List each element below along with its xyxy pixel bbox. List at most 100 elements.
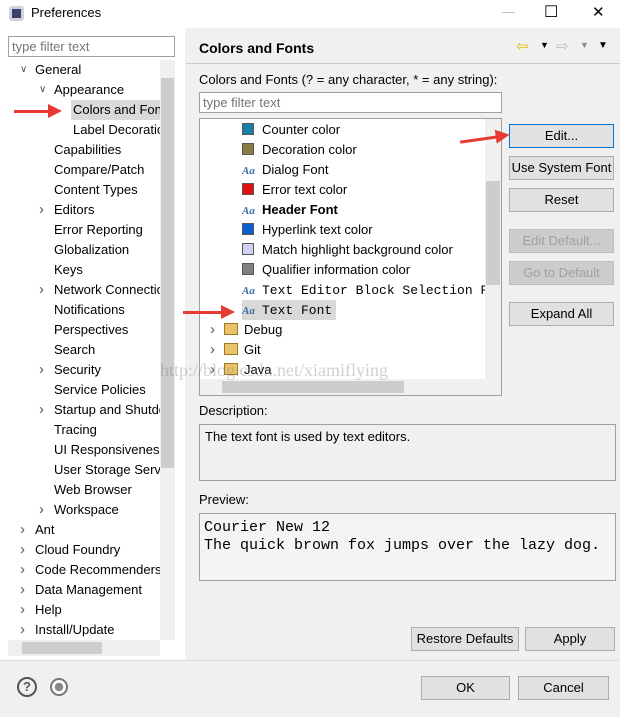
font-icon: Aa: [242, 205, 255, 217]
preview-line-1: Courier New 12: [204, 519, 331, 536]
nav-item[interactable]: Tracing: [52, 420, 99, 440]
color-swatch-icon: [242, 243, 254, 255]
tree-item-label: Text Editor Block Selection Font: [262, 283, 485, 298]
tree-item[interactable]: Match highlight background color: [242, 240, 457, 260]
font-icon: Aa: [242, 165, 255, 177]
chevron-right-icon[interactable]: ›: [39, 200, 51, 220]
watermark: http://blog.csdn.net/xiamiflying: [160, 360, 388, 380]
tree-item[interactable]: Aa Text Editor Block Selection Font: [242, 280, 485, 300]
tree-item[interactable]: Counter color: [242, 120, 344, 140]
help-icon[interactable]: ?: [17, 677, 37, 697]
nav-item[interactable]: Keys: [52, 260, 85, 280]
nav-item[interactable]: Content Types: [52, 180, 140, 200]
nav-item[interactable]: Web Browser: [52, 480, 134, 500]
nav-item[interactable]: Cloud Foundry: [33, 540, 122, 560]
footer-divider: [0, 660, 620, 661]
restore-defaults-button[interactable]: Restore Defaults: [411, 627, 519, 651]
chevron-right-icon[interactable]: ›: [20, 560, 32, 580]
nav-item[interactable]: Compare/Patch: [52, 160, 146, 180]
nav-item[interactable]: Ant: [33, 520, 57, 540]
edit-button[interactable]: Edit...: [509, 124, 614, 148]
chevron-right-icon[interactable]: ›: [20, 540, 32, 560]
chevron-right-icon[interactable]: ›: [20, 520, 32, 540]
page-header: Colors and Fonts ⇦ ▼ ⇨ ▼ ▼: [186, 28, 620, 64]
tree-vscrollbar[interactable]: [485, 119, 501, 379]
cancel-button[interactable]: Cancel: [518, 676, 609, 700]
tree-item[interactable]: Aa Header Font: [242, 200, 342, 220]
view-menu-icon[interactable]: ▼: [598, 40, 608, 51]
colors-fonts-tree: Counter color Decoration color Aa Dialog Fo…: [199, 118, 502, 396]
edit-default-button[interactable]: Edit Default...: [509, 229, 614, 253]
tree-item[interactable]: Debug: [224, 320, 286, 340]
chevron-down-icon[interactable]: ∨: [20, 60, 32, 80]
chevron-right-icon[interactable]: ›: [20, 580, 32, 600]
nav-vscrollbar[interactable]: [160, 60, 175, 640]
nav-item[interactable]: Startup and Shutdown: [52, 400, 160, 420]
nav-filter-input[interactable]: [8, 36, 175, 57]
page-title: Colors and Fonts: [199, 40, 315, 56]
nav-item[interactable]: Data Management: [33, 580, 144, 600]
color-swatch-icon: [242, 223, 254, 235]
nav-item[interactable]: Notifications: [52, 300, 127, 320]
nav-item[interactable]: Label Decorations: [71, 120, 160, 140]
color-swatch-icon: [242, 123, 254, 135]
nav-item[interactable]: Appearance: [52, 80, 126, 100]
nav-item[interactable]: Globalization: [52, 240, 131, 260]
nav-item[interactable]: Network Connections: [52, 280, 160, 300]
nav-item[interactable]: Perspectives: [52, 320, 130, 340]
tree-item[interactable]: Git: [224, 340, 265, 360]
nav-item[interactable]: Service Policies: [52, 380, 148, 400]
close-button[interactable]: ✕: [592, 3, 605, 21]
forward-arrow-icon[interactable]: ⇨: [556, 37, 569, 55]
nav-item[interactable]: Security: [52, 360, 103, 380]
minimize-button[interactable]: —: [502, 4, 515, 19]
annotation-arrow: [14, 104, 62, 118]
chevron-down-icon[interactable]: ∨: [39, 80, 51, 100]
back-dropdown-icon[interactable]: ▼: [540, 40, 549, 50]
tree-item-label: Debug: [244, 322, 283, 337]
maximize-button[interactable]: ☐: [544, 2, 558, 22]
apply-button[interactable]: Apply: [525, 627, 615, 651]
tree-item[interactable]: Error text color: [242, 180, 351, 200]
nav-item[interactable]: UI Responsiveness: [52, 440, 160, 460]
nav-item[interactable]: General: [33, 60, 83, 80]
tree-item[interactable]: Qualifier information color: [242, 260, 414, 280]
nav-tree: ∨General∨AppearanceColors and FontsLabel…: [0, 60, 160, 640]
chevron-right-icon[interactable]: ›: [20, 620, 32, 640]
use-system-font-button[interactable]: Use System Font: [509, 156, 614, 180]
ok-button[interactable]: OK: [421, 676, 510, 700]
nav-item[interactable]: Workspace: [52, 500, 121, 520]
tree-item[interactable]: Aa Dialog Font: [242, 160, 332, 180]
nav-item[interactable]: Code Recommenders: [33, 560, 160, 580]
colors-filter-input[interactable]: [199, 92, 502, 113]
expand-all-button[interactable]: Expand All: [509, 302, 614, 326]
nav-item[interactable]: Editors: [52, 200, 96, 220]
window-title: Preferences: [31, 5, 102, 20]
tree-hscrollbar[interactable]: [200, 379, 501, 395]
nav-item[interactable]: Capabilities: [52, 140, 123, 160]
chevron-right-icon[interactable]: ›: [39, 400, 51, 420]
chevron-right-icon[interactable]: ›: [20, 600, 32, 620]
record-icon[interactable]: [50, 678, 68, 696]
font-icon: Aa: [242, 305, 255, 317]
back-arrow-icon[interactable]: ⇦: [516, 37, 529, 55]
app-icon: [9, 6, 24, 21]
chevron-right-icon[interactable]: ›: [39, 280, 51, 300]
tree-item[interactable]: Decoration color: [242, 140, 361, 160]
nav-item[interactable]: Install/Update: [33, 620, 117, 640]
nav-item[interactable]: User Storage Service: [52, 460, 160, 480]
chevron-right-icon[interactable]: ›: [39, 360, 51, 380]
chevron-right-icon[interactable]: ›: [39, 500, 51, 520]
nav-item[interactable]: Colors and Fonts: [71, 100, 160, 120]
chevron-right-icon[interactable]: ›: [210, 340, 222, 360]
forward-dropdown-icon[interactable]: ▼: [580, 40, 589, 50]
go-to-default-button[interactable]: Go to Default: [509, 261, 614, 285]
nav-item[interactable]: Search: [52, 340, 97, 360]
reset-button[interactable]: Reset: [509, 188, 614, 212]
nav-hscrollbar[interactable]: [8, 640, 160, 656]
tree-item[interactable]: Hyperlink text color: [242, 220, 377, 240]
chevron-right-icon[interactable]: ›: [210, 320, 222, 340]
nav-item[interactable]: Error Reporting: [52, 220, 145, 240]
nav-item[interactable]: Help: [33, 600, 64, 620]
tree-item[interactable]: Aa Text Font: [242, 300, 337, 320]
